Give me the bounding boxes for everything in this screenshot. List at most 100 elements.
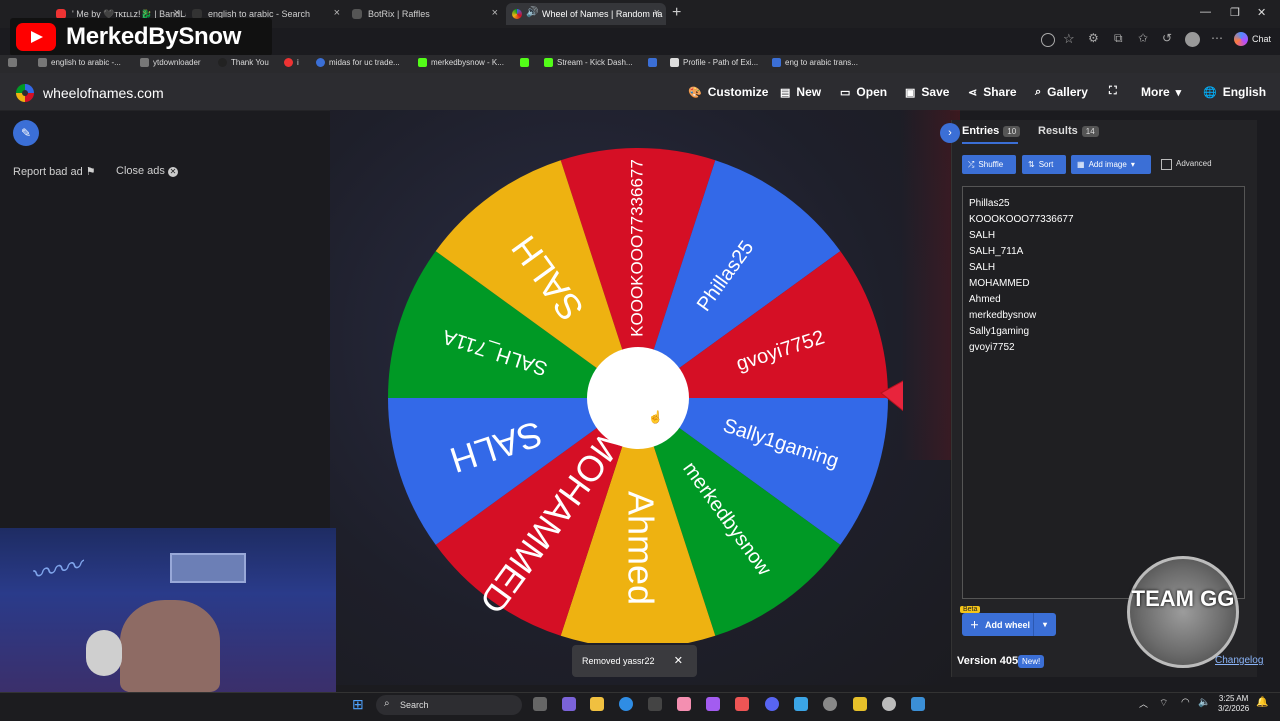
advanced-checkbox[interactable] — [1161, 159, 1172, 170]
app-icon[interactable] — [853, 697, 867, 711]
close-ads-label: Close ads — [116, 165, 165, 177]
version-label: Version 405 — [957, 655, 1019, 667]
profile-avatar[interactable] — [1185, 32, 1200, 47]
entries-count-badge: 10 — [1003, 126, 1021, 137]
tray-chevron-icon[interactable]: ︿ — [1139, 697, 1148, 710]
split-screen-icon[interactable]: ⧉ — [1114, 31, 1123, 46]
restore-icon[interactable]: ❐ — [1230, 6, 1240, 19]
report-ad-link[interactable]: Report bad ad ⚑ — [13, 165, 96, 178]
settings-icon[interactable] — [823, 697, 837, 711]
wheel-of-names[interactable]: KOOOKOOO77336677 Phillas25gvoyi7752Sally1… — [383, 143, 903, 643]
close-icon[interactable]: × — [334, 7, 340, 19]
site-title[interactable]: wheelofnames.com — [43, 85, 164, 101]
report-ad-label: Report bad ad — [13, 166, 83, 178]
favorites-icon[interactable]: ✩ — [1138, 31, 1148, 45]
bookmark-item[interactable]: english to arabic -... — [38, 58, 121, 67]
wifi-icon[interactable]: ◠ — [1181, 697, 1190, 708]
bookmark-item[interactable] — [648, 58, 657, 67]
notification-bell-icon[interactable]: 🔔 — [1256, 697, 1268, 708]
shuffle-button[interactable]: ⤮ Shuffle — [962, 155, 1016, 174]
tab-entries[interactable]: Entries 10 — [962, 125, 1021, 137]
share-button[interactable]: ⋖ Share — [968, 85, 1017, 99]
store-icon[interactable] — [648, 697, 662, 711]
edit-pencil-button[interactable]: ✎ — [13, 120, 39, 146]
results-count-badge: 14 — [1081, 126, 1099, 137]
edge-icon[interactable] — [619, 697, 633, 711]
volume-icon[interactable]: 🔈 — [1198, 697, 1210, 708]
chevron-right-icon: › — [948, 127, 952, 139]
star-icon[interactable]: ☆ — [1063, 31, 1075, 47]
task-view-icon[interactable] — [533, 697, 547, 711]
bookmark-label: Stream - Kick Dash... — [557, 58, 633, 67]
gallery-button[interactable]: ⌕ Gallery — [1035, 85, 1088, 99]
add-wheel-button[interactable]: ＋ Add wheel ▾ — [962, 613, 1056, 636]
changelog-link[interactable]: Changelog — [1215, 655, 1263, 666]
bookmark-item[interactable]: Thank You — [218, 58, 269, 67]
extensions-icon[interactable]: ⚙ — [1088, 31, 1099, 45]
notepad-icon[interactable] — [911, 697, 925, 711]
search-icon: ⌕ — [1035, 85, 1042, 98]
history-icon[interactable]: ↺ — [1162, 31, 1172, 45]
share-icon: ⋖ — [968, 86, 978, 99]
window-close-icon[interactable]: ✕ — [1257, 6, 1266, 19]
close-icon[interactable]: × — [492, 7, 498, 19]
palette-icon: 🎨 — [688, 86, 702, 99]
bookmark-item[interactable]: merkedbysnow - K... — [418, 58, 504, 67]
youtube-logo-icon — [16, 23, 56, 51]
tab-label: Entries — [962, 125, 1000, 137]
audio-icon[interactable]: 🔊 — [526, 7, 538, 18]
beta-badge: Beta — [960, 606, 981, 613]
app-icon[interactable] — [706, 697, 720, 711]
close-icon[interactable]: ✕ — [674, 654, 683, 667]
bookmark-item[interactable]: Profile - Path of Exi... — [670, 58, 758, 67]
more-button[interactable]: More ▾ — [1141, 85, 1181, 99]
collapse-panel-button[interactable]: › — [940, 123, 960, 143]
taskbar-search[interactable]: ⌕ Search — [376, 695, 522, 715]
bookmark-item[interactable] — [520, 58, 529, 67]
network-icon[interactable]: ⌔ — [1159, 697, 1168, 710]
language-button[interactable]: 🌐 English — [1203, 85, 1266, 99]
shuffle-icon: ⤮ — [968, 159, 975, 169]
windows-start-icon[interactable]: ⊞ — [352, 696, 364, 713]
new-button[interactable]: ▤ New — [780, 85, 821, 99]
caret-down-icon[interactable]: ▾ — [1033, 613, 1056, 636]
close-icon[interactable]: × — [654, 7, 660, 19]
bookmark-label: ytdownloader — [153, 58, 201, 67]
new-tab-button[interactable]: + — [672, 4, 681, 22]
bookmark-item[interactable]: Stream - Kick Dash... — [544, 58, 633, 67]
fullscreen-button[interactable]: ⛶ — [1109, 85, 1117, 98]
bookmark-icon[interactable] — [8, 58, 17, 67]
taskbar-clock[interactable]: 3:25 AM 3/2/2026 — [1218, 694, 1249, 714]
globe-icon: 🌐 — [1203, 86, 1217, 99]
bookmark-item[interactable]: eng to arabic trans... — [772, 58, 858, 67]
open-button[interactable]: ▭ Open — [840, 85, 887, 99]
fullscreen-icon: ⛶ — [1109, 85, 1117, 97]
browser-tab-active[interactable]: 🔊 Wheel of Names | Random na × — [506, 3, 666, 25]
wheel-logo-icon[interactable] — [16, 84, 34, 102]
app-icon[interactable] — [677, 697, 691, 711]
obs-icon[interactable] — [882, 697, 896, 711]
add-image-button[interactable]: ▦ Add image ▾ — [1071, 155, 1151, 174]
photos-icon[interactable] — [794, 697, 808, 711]
bookmark-item[interactable]: midas for uc trade... — [316, 58, 400, 67]
reader-icon[interactable] — [1041, 33, 1055, 47]
bookmark-item[interactable]: i — [284, 58, 299, 67]
entries-textarea[interactable]: Phillas25 KOOOKOOO77336677 SALH SALH_711A SA… — [962, 186, 1245, 599]
browser-tab[interactable]: BotRix | Raffles × — [346, 3, 504, 25]
customize-button[interactable]: 🎨 Customize — [688, 85, 768, 99]
tab-results[interactable]: Results 14 — [1038, 125, 1099, 137]
file-explorer-icon[interactable] — [590, 697, 604, 711]
search-icon: ⌕ — [384, 698, 390, 709]
minimize-icon[interactable]: — — [1200, 6, 1211, 18]
copilot-chat-button[interactable]: Chat — [1234, 32, 1271, 46]
discord-icon[interactable] — [765, 697, 779, 711]
more-menu-icon[interactable]: ⋯ — [1211, 31, 1223, 45]
bookmark-item[interactable]: ytdownloader — [140, 58, 201, 67]
close-ads-link[interactable]: Close ads ✕ — [116, 165, 178, 177]
file-icon: ▤ — [780, 86, 791, 99]
teams-icon[interactable] — [562, 697, 576, 711]
app-icon[interactable] — [735, 697, 749, 711]
sort-button[interactable]: ⇅ Sort — [1022, 155, 1066, 174]
save-button[interactable]: ▣ Save — [905, 85, 949, 99]
wheel-center[interactable] — [587, 347, 689, 449]
